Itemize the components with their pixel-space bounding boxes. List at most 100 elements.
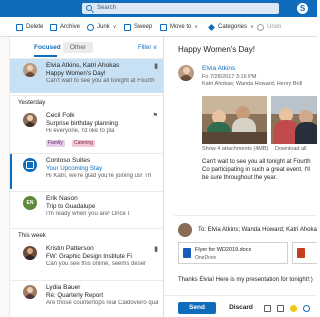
nav-rail <box>0 37 10 317</box>
message-body: Can't wait to see you all tonight at Fou… <box>202 159 311 181</box>
reply-body[interactable]: Thanks Elvia! Here is my presentation fo… <box>178 277 313 283</box>
sweep-button[interactable]: Sweep <box>124 22 152 32</box>
chevron-down-icon: ∨ <box>112 24 117 30</box>
divider <box>174 215 317 216</box>
list-item-subject: Surprise birthday planning <box>46 120 118 127</box>
message-date: Fri 7/28/2017 3:16 PM <box>202 74 257 80</box>
section-label: This week <box>18 232 46 239</box>
tab-focused[interactable]: Focused <box>34 44 61 51</box>
attachment-card[interactable] <box>292 242 317 264</box>
attachment-photo[interactable] <box>202 96 267 144</box>
category-chip-catering: Catering <box>72 140 95 147</box>
list-item-preview: Can't wait to see you all tonight at Fou… <box>46 78 155 84</box>
section-header-yesterday: Yesterday <box>10 95 163 108</box>
download-all-link[interactable]: Download all <box>275 146 307 152</box>
message-list: Focused Other Filter ∨ Elvia Atkins, Kat… <box>10 37 164 317</box>
list-item-preview: Can you see this online, seems deser <box>46 261 147 267</box>
attachment-card[interactable]: Flyer for WD2019.docx OneDrive <box>178 242 288 264</box>
sender-avatar <box>178 65 194 81</box>
avatar <box>23 285 37 299</box>
list-item-sender: Contoso Suites <box>46 157 91 164</box>
list-item-sender: Cecil Folk <box>46 112 75 119</box>
list-item-preview: Are those countertops real Caldoveiro qu… <box>46 300 158 306</box>
avatar <box>23 63 37 77</box>
archive-label: Archive <box>60 24 81 30</box>
tab-focused-underline <box>34 55 57 57</box>
filter-button[interactable]: Filter ∨ <box>138 44 157 51</box>
list-item-subject: Your Upcoming Stay <box>46 165 103 172</box>
skype-icon[interactable]: S <box>297 3 308 14</box>
reply-recipients[interactable]: To: Elvia Atkins; Wanda Howard; Katri Ah… <box>198 227 317 233</box>
avatar <box>23 113 37 127</box>
move-to-button[interactable]: Move to ∨ <box>160 22 198 32</box>
attach-icon[interactable] <box>264 305 271 312</box>
undo-icon <box>257 23 264 31</box>
junk-button[interactable]: Junk ∨ <box>87 22 116 32</box>
categories-button[interactable]: Categories ∨ <box>208 22 254 32</box>
attachment-location: OneDrive <box>195 255 217 261</box>
list-item[interactable]: Kristin Patterson FW: Graphic Design Ins… <box>10 242 163 278</box>
show-attachments-link[interactable]: Show 4 attachments (4MB) <box>202 146 268 152</box>
search-placeholder: Search <box>97 5 117 11</box>
undo-label: Undo <box>267 24 282 30</box>
command-toolbar: Delete Archive Junk ∨ Sweep Move to ∨ Ca… <box>0 17 317 37</box>
emoji-icon[interactable] <box>290 305 297 312</box>
list-item-preview: Hi Katri, we're glad you're joining us! … <box>46 173 152 179</box>
list-item-subject: Happy Women's Day! <box>46 70 106 77</box>
list-item-preview: I'm ready when you are! Once I <box>46 211 130 217</box>
list-item-sender: Lydia Bauer <box>46 284 81 291</box>
attachment-name: Flyer for WD2019.docx <box>195 247 252 253</box>
undo-button[interactable]: Undo <box>257 22 281 32</box>
trash-icon <box>16 23 23 31</box>
list-item[interactable]: Cecil Folk Surprise birthday planning Hi… <box>10 109 163 151</box>
image-icon[interactable] <box>277 305 284 312</box>
list-item-subject: Trip to Guadalupe <box>46 203 96 210</box>
list-item-sender: Erik Nason <box>46 195 78 202</box>
message-sender[interactable]: Elvia Atkins <box>202 65 235 72</box>
sweep-icon <box>124 23 131 31</box>
avatar: EN <box>23 196 37 210</box>
list-item-sender: Kristin Patterson <box>46 245 94 252</box>
move-to-label: Move to <box>170 24 192 30</box>
discard-button[interactable]: Discard <box>222 302 260 314</box>
compose-actions: Send Discard <box>164 295 317 317</box>
list-item-subject: Re: Quarterly Report <box>46 292 104 299</box>
powerpoint-icon <box>297 248 305 258</box>
top-bar: Search S <box>0 0 317 17</box>
list-item-sender: Elvia Atkins, Katri Ahokas <box>46 62 120 69</box>
list-item[interactable]: EN Erik Nason Trip to Guadalupe I'm read… <box>10 191 163 227</box>
archive-button[interactable]: Archive <box>50 22 80 32</box>
message-title: Happy Women's Day! <box>178 45 255 54</box>
flag-icon[interactable]: ⚑ <box>153 112 158 119</box>
more-options-icon[interactable] <box>303 305 310 312</box>
inbox-tabs: Focused Other Filter ∨ <box>10 37 163 59</box>
send-button[interactable]: Send <box>178 302 216 314</box>
avatar <box>23 158 37 172</box>
delete-button[interactable]: Delete <box>16 22 43 32</box>
attachment-icon: ▮ <box>154 246 158 253</box>
archive-icon <box>50 23 57 31</box>
junk-icon <box>87 23 94 31</box>
list-item[interactable]: Elvia Atkins, Katri Ahokas Happy Women's… <box>10 59 163 93</box>
categories-label: Categories <box>218 24 248 30</box>
chevron-down-icon: ∨ <box>250 24 254 30</box>
list-item-preview: Hi everyone, I'd like to pla <box>46 128 115 134</box>
avatar <box>178 223 192 237</box>
list-item[interactable]: Contoso Suites Your Upcoming Stay Hi Kat… <box>10 153 163 189</box>
section-header-this-week: This week <box>10 228 163 241</box>
sweep-label: Sweep <box>134 24 153 30</box>
search-icon <box>86 5 92 11</box>
search-box[interactable]: Search <box>82 3 279 14</box>
section-label: Yesterday <box>18 99 46 106</box>
attachment-photo[interactable] <box>271 96 317 144</box>
reading-pane: Happy Women's Day! Elvia Atkins Fri 7/28… <box>164 37 317 317</box>
message-recipients: Katri Ahokas; Wanda Howard; Henry Brill <box>202 81 303 87</box>
tab-other[interactable]: Other <box>63 42 93 53</box>
word-doc-icon <box>183 248 191 258</box>
folder-move-icon <box>160 23 167 31</box>
junk-label: Junk <box>97 24 110 30</box>
list-item-subject: FW: Graphic Design Institute Fi <box>46 253 132 260</box>
list-item[interactable]: Lydia Bauer Re: Quarterly Report Are tho… <box>10 280 163 316</box>
chevron-down-icon: ∨ <box>194 24 199 30</box>
avatar <box>23 246 37 260</box>
